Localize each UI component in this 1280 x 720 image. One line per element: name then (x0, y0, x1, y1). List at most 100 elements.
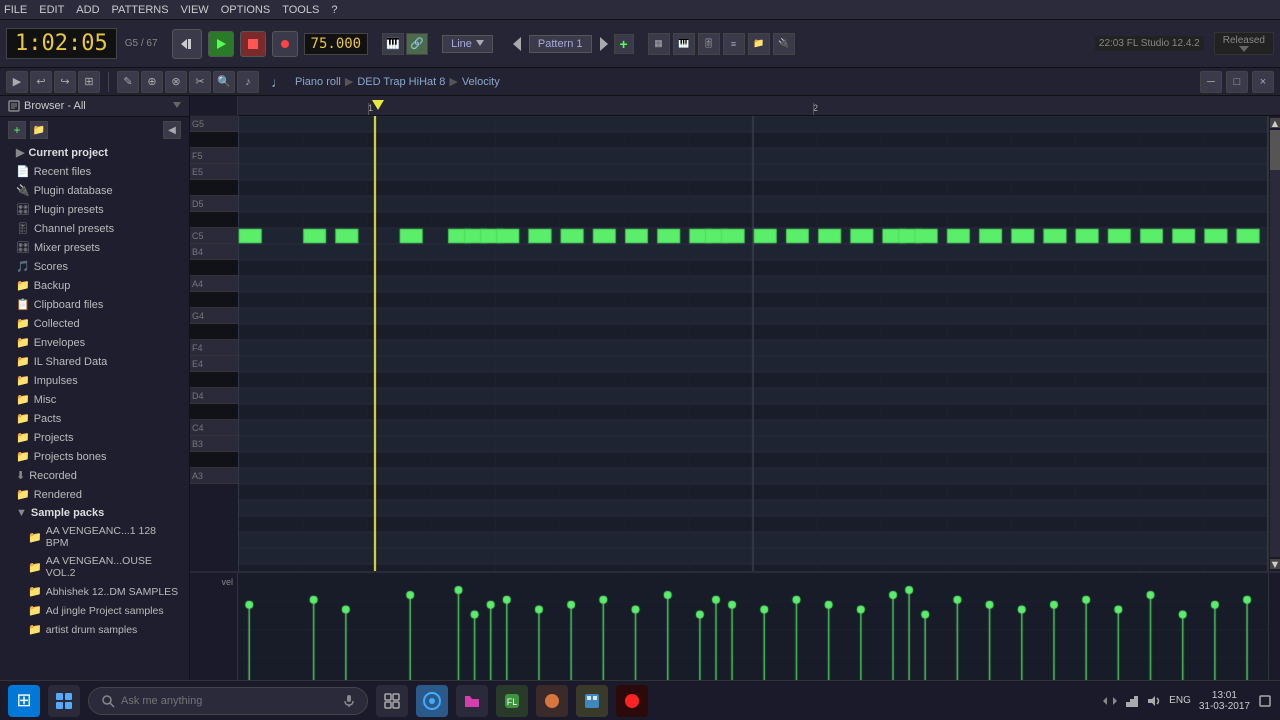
stop-button[interactable] (240, 31, 266, 57)
bpm-display[interactable]: 75.000 (304, 33, 369, 55)
menu-file[interactable]: FILE (4, 4, 27, 16)
sidebar-item-8[interactable]: 📋Clipboard files (0, 295, 189, 314)
piano-key-18[interactable] (190, 404, 238, 420)
pattern-label[interactable]: Pattern 1 (529, 35, 592, 53)
piano-key-13[interactable] (190, 324, 238, 340)
sidebar-item-16[interactable]: 📁Projects bones (0, 447, 189, 466)
sidebar-item-3[interactable]: 🎛Plugin presets (0, 200, 189, 219)
play-button[interactable] (208, 31, 234, 57)
sidebar-item-0[interactable]: ▶Current project (0, 143, 189, 162)
taskbar-chrome[interactable] (416, 685, 448, 717)
sidebar-item-23[interactable]: 📁Ad jingle Project samples (0, 601, 189, 620)
menu-options[interactable]: OPTIONS (221, 4, 271, 16)
piano-roll-button[interactable]: 🎹 (673, 33, 695, 55)
piano-key-14[interactable]: F4 (190, 340, 238, 356)
taskbar-search-box[interactable] (88, 687, 368, 715)
menu-tools[interactable]: TOOLS (282, 4, 319, 16)
pr-play-btn[interactable]: ♪ (237, 71, 259, 93)
scroll-down-button[interactable]: ▼ (1270, 559, 1280, 569)
add-pattern-button[interactable]: + (614, 34, 634, 54)
network-icon[interactable] (1125, 694, 1139, 708)
vertical-scrollbar[interactable]: ▲ ▼ (1268, 116, 1280, 571)
piano-key-1[interactable] (190, 132, 238, 148)
pr-select-tool[interactable]: ✎ (117, 71, 139, 93)
record-button[interactable] (272, 31, 298, 57)
scroll-up-button[interactable]: ▲ (1270, 118, 1280, 128)
volume-icon[interactable] (1147, 694, 1161, 708)
pr-snap[interactable]: ⊞ (78, 71, 100, 93)
piano-key-17[interactable]: D4 (190, 388, 238, 404)
piano-key-12[interactable]: G4 (190, 308, 238, 324)
taskbar-explorer[interactable] (456, 685, 488, 717)
sidebar-item-5[interactable]: 🎛Mixer presets (0, 238, 189, 257)
sidebar-item-10[interactable]: 📁Envelopes (0, 333, 189, 352)
breadcrumb-instrument[interactable]: DED Trap HiHat 8 (357, 76, 445, 88)
midi-icon[interactable]: 🎹 (382, 33, 404, 55)
sidebar-item-14[interactable]: 📁Pacts (0, 409, 189, 428)
menu-patterns[interactable]: PATTERNS (112, 4, 169, 16)
piano-key-22[interactable]: A3 (190, 468, 238, 484)
pr-maximize[interactable]: □ (1226, 71, 1248, 93)
scroll-track[interactable] (1270, 130, 1280, 557)
pr-zoom-in[interactable]: 🔍 (213, 71, 235, 93)
sidebar-item-20[interactable]: 📁AA VENGEANC...1 128 BPM (0, 522, 189, 552)
browser-dropdown-icon[interactable] (173, 102, 181, 110)
sidebar-folder-button[interactable]: 📁 (30, 121, 48, 139)
sidebar-item-17[interactable]: ⬇Recorded (0, 466, 189, 485)
sidebar-item-11[interactable]: 📁IL Shared Data (0, 352, 189, 371)
pr-redo[interactable]: ↪ (54, 71, 76, 93)
piano-key-9[interactable] (190, 260, 238, 276)
piano-key-7[interactable]: C5 (190, 228, 238, 244)
sidebar-item-24[interactable]: 📁artist drum samples (0, 620, 189, 639)
pr-erase-tool[interactable]: ⊗ (165, 71, 187, 93)
step-seq-button[interactable]: ▦ (648, 33, 670, 55)
piano-key-19[interactable]: C4 (190, 420, 238, 436)
velocity-canvas[interactable] (238, 573, 1268, 686)
pr-close[interactable]: × (1252, 71, 1274, 93)
line-selector[interactable]: Line (442, 35, 493, 53)
menu-help[interactable]: ? (331, 4, 337, 16)
taskbar-app5[interactable] (536, 685, 568, 717)
breadcrumb-velocity[interactable]: Velocity (462, 76, 500, 88)
piano-key-2[interactable]: F5 (190, 148, 238, 164)
sidebar-item-13[interactable]: 📁Misc (0, 390, 189, 409)
menu-edit[interactable]: EDIT (39, 4, 64, 16)
piano-key-10[interactable]: A4 (190, 276, 238, 292)
taskbar-clock[interactable]: 13:01 31-03-2017 (1199, 690, 1250, 712)
search-input[interactable] (121, 695, 321, 707)
taskbar-fl-studio[interactable]: FL (496, 685, 528, 717)
mic-icon[interactable] (343, 694, 355, 708)
sidebar-item-9[interactable]: 📁Collected (0, 314, 189, 333)
taskbar-record[interactable] (616, 685, 648, 717)
next-pattern[interactable] (594, 35, 612, 53)
sidebar-item-18[interactable]: 📁Rendered (0, 485, 189, 504)
sidebar-item-21[interactable]: 📁AA VENGEAN...OUSE VOL.2 (0, 552, 189, 582)
sidebar-item-4[interactable]: 🎚Channel presets (0, 219, 189, 238)
system-tray-icon[interactable] (1103, 694, 1117, 708)
browser-button[interactable]: 📁 (748, 33, 770, 55)
piano-key-11[interactable] (190, 292, 238, 308)
piano-key-5[interactable]: D5 (190, 196, 238, 212)
pr-minimize[interactable]: ─ (1200, 71, 1222, 93)
sidebar-item-7[interactable]: 📁Backup (0, 276, 189, 295)
sidebar-item-22[interactable]: 📁Abhishek 12..DM SAMPLES (0, 582, 189, 601)
velocity-scrollbar[interactable] (1268, 573, 1280, 686)
sidebar-item-12[interactable]: 📁Impulses (0, 371, 189, 390)
pr-back-button[interactable]: ▶ (6, 71, 28, 93)
sidebar-item-1[interactable]: 📄Recent files (0, 162, 189, 181)
piano-key-4[interactable] (190, 180, 238, 196)
sidebar-item-2[interactable]: 🔌Plugin database (0, 181, 189, 200)
taskbar-app6[interactable] (576, 685, 608, 717)
piano-key-15[interactable]: E4 (190, 356, 238, 372)
piano-key-0[interactable]: G5 (190, 116, 238, 132)
breadcrumb-piano-roll[interactable]: Piano roll (295, 76, 341, 88)
sidebar-add-button[interactable]: + (8, 121, 26, 139)
menu-add[interactable]: ADD (76, 4, 99, 16)
mixer-button[interactable]: 🎚 (698, 33, 720, 55)
menu-view[interactable]: VIEW (181, 4, 209, 16)
sidebar-item-19[interactable]: ▼Sample packs (0, 504, 189, 522)
link-icon[interactable]: 🔗 (406, 33, 428, 55)
piano-key-16[interactable] (190, 372, 238, 388)
taskbar-app-desktop[interactable] (48, 685, 80, 717)
note-canvas[interactable] (238, 116, 1268, 571)
